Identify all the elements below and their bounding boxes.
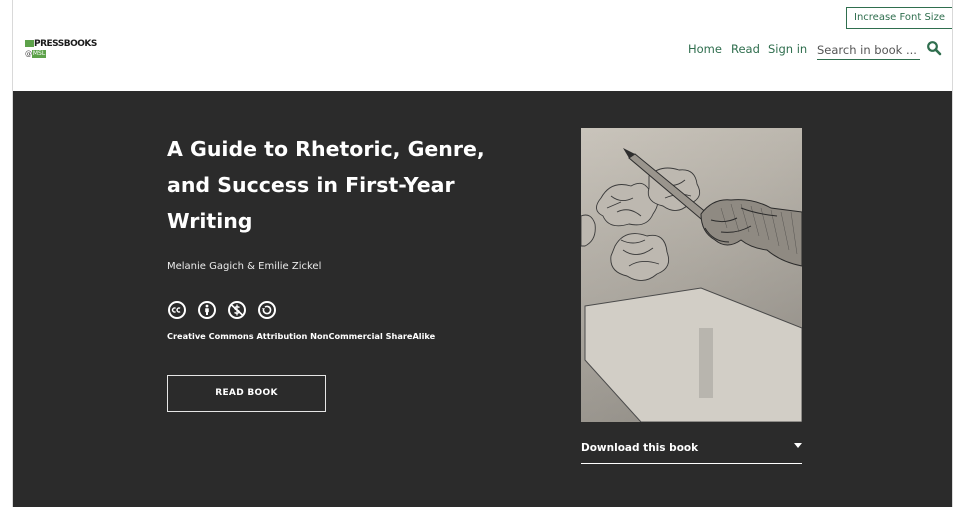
nav-read-link[interactable]: Read — [731, 40, 760, 58]
book-authors: Melanie Gagich & Emilie Zickel — [167, 261, 322, 272]
search-icon[interactable] — [926, 40, 942, 56]
nc-icon — [228, 301, 246, 319]
by-icon — [198, 301, 216, 319]
book-cover-image — [581, 128, 802, 422]
download-label: Download this book — [581, 442, 699, 454]
pressbooks-logo[interactable]: PRESSBOOKS @ MSL — [25, 39, 97, 62]
logo-at: @ — [25, 50, 32, 58]
logo-text: PRESSBOOKS — [34, 39, 97, 49]
book-title: A Guide to Rhetoric, Genre, and Success … — [167, 137, 485, 233]
increase-font-size-button[interactable]: Increase Font Size — [846, 7, 952, 29]
logo-badge — [25, 40, 34, 47]
search-input[interactable] — [817, 40, 920, 60]
site-header — [13, 0, 952, 91]
download-book-dropdown[interactable]: Download this book — [581, 436, 802, 464]
logo-sub: MSL — [32, 50, 46, 58]
sa-icon — [258, 301, 276, 319]
license-text: Creative Commons Attribution NonCommerci… — [167, 331, 436, 341]
chevron-down-icon — [794, 443, 802, 448]
nav-home-link[interactable]: Home — [688, 40, 722, 58]
page-border-right — [952, 0, 953, 507]
cc-icon — [168, 301, 186, 319]
nav-sign-in-link[interactable]: Sign in — [768, 40, 807, 58]
read-book-button[interactable]: READ BOOK — [167, 375, 326, 412]
